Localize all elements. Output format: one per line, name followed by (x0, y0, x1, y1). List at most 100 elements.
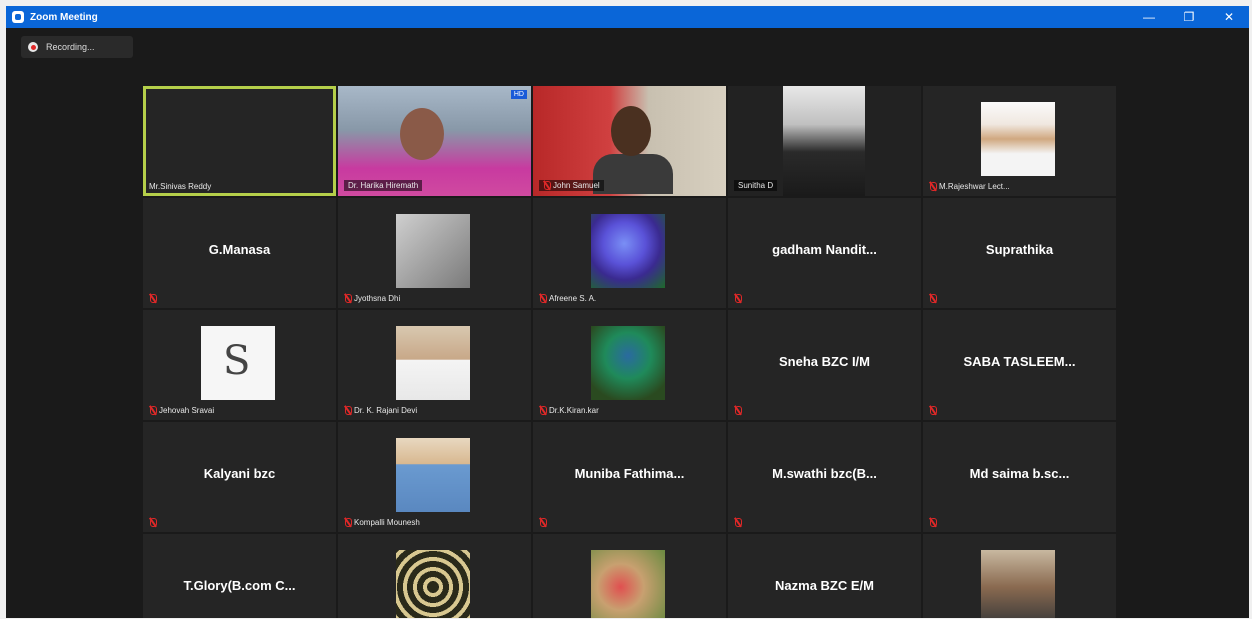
profile-picture (981, 102, 1055, 176)
participant-display-name: Md saima b.sc... (969, 466, 1070, 481)
profile-picture (591, 214, 665, 288)
mic-muted-icon (543, 181, 551, 190)
participant-tile[interactable] (338, 534, 531, 618)
window-controls: — ❐ ✕ (1129, 6, 1249, 28)
profile-picture (201, 326, 275, 400)
participant-label: Afreene S. A. (539, 294, 596, 303)
close-button[interactable]: ✕ (1209, 6, 1249, 28)
participant-name: Dr. K. Rajani Devi (354, 406, 418, 415)
participant-display-name: M.swathi bzc(B... (772, 466, 877, 481)
mic-muted-icon (929, 294, 937, 303)
participant-tile[interactable]: Mr.Sinivas Reddy (143, 86, 336, 196)
mic-muted-icon (344, 294, 352, 303)
participant-display-name: Nazma BZC E/M (775, 578, 874, 593)
hd-badge: HD (510, 90, 527, 99)
recording-indicator[interactable]: Recording... (21, 36, 133, 58)
participant-tile[interactable]: M.swathi bzc(B... (728, 422, 921, 532)
mic-muted-icon (929, 182, 937, 191)
mic-muted-icon (149, 518, 157, 527)
mic-muted-icon (734, 406, 742, 415)
minimize-button[interactable]: — (1129, 6, 1169, 28)
participant-tile[interactable]: Sunitha D (728, 86, 921, 196)
participant-label: Sunitha D (734, 180, 778, 191)
participant-tile[interactable]: SABA TASLEEM... (923, 310, 1116, 420)
participant-tile[interactable]: John Samuel (533, 86, 726, 196)
mic-muted-icon (149, 406, 157, 415)
mic-muted-icon (539, 294, 547, 303)
participant-label: Mr.Sinivas Reddy (149, 182, 211, 191)
participant-tile[interactable]: M.Rajeshwar Lect... (923, 86, 1116, 196)
participant-label (149, 294, 157, 303)
participant-name: Mr.Sinivas Reddy (149, 182, 212, 191)
mic-muted-icon (929, 518, 937, 527)
participant-name: Sunitha D (738, 181, 774, 190)
participant-tile[interactable]: Jehovah Sravai (143, 310, 336, 420)
participant-tile[interactable]: T.Glory(B.com C... (143, 534, 336, 618)
participant-tile[interactable]: G.Manasa (143, 198, 336, 308)
participant-label (929, 406, 937, 415)
mic-muted-icon (734, 518, 742, 527)
participant-tile[interactable]: gadham Nandit... (728, 198, 921, 308)
profile-picture (591, 326, 665, 400)
participant-tile[interactable]: Md saima b.sc... (923, 422, 1116, 532)
participant-tile[interactable] (533, 534, 726, 618)
mic-muted-icon (149, 294, 157, 303)
participant-label: Dr.K.Kiran.kar (539, 406, 599, 415)
participant-name: Afreene S. A. (549, 294, 597, 303)
participant-name: John Samuel (553, 181, 600, 190)
window-title: Zoom Meeting (30, 11, 98, 23)
participant-label: Jehovah Sravai (149, 406, 214, 415)
mic-muted-icon (734, 294, 742, 303)
participant-label: Dr. Harika Hiremath (344, 180, 423, 191)
participant-tile[interactable]: Kompalli Mounesh (338, 422, 531, 532)
participant-tile[interactable]: Jyothsna Dhi (338, 198, 531, 308)
participant-tile[interactable]: HD Dr. Harika Hiremath (338, 86, 531, 196)
mic-muted-icon (344, 406, 352, 415)
participant-name: Dr.K.Kiran.kar (549, 406, 599, 415)
participant-display-name: SABA TASLEEM... (963, 354, 1076, 369)
participant-name: M.Rajeshwar Lect... (939, 182, 1010, 191)
participant-label: Kompalli Mounesh (344, 518, 420, 527)
participant-label: John Samuel (539, 180, 604, 191)
participant-display-name: Kalyani bzc (203, 466, 276, 481)
participant-tile[interactable]: Muniba Fathima... (533, 422, 726, 532)
profile-picture (396, 550, 470, 618)
participant-label (149, 518, 157, 527)
participant-name: Dr. Harika Hiremath (348, 181, 419, 190)
participant-label (734, 294, 742, 303)
participant-tile[interactable]: Afreene S. A. (533, 198, 726, 308)
participant-display-name: Suprathika (985, 242, 1054, 257)
participant-tile[interactable] (923, 534, 1116, 618)
participant-label (734, 406, 742, 415)
record-icon (28, 42, 38, 52)
participant-label: Dr. K. Rajani Devi (344, 406, 417, 415)
profile-picture (396, 214, 470, 288)
zoom-meeting-window: Zoom Meeting — ❐ ✕ Recording... Mr.Siniv… (6, 6, 1249, 618)
participant-display-name: Sneha BZC I/M (778, 354, 870, 369)
participant-display-name: gadham Nandit... (772, 242, 877, 257)
zoom-app-icon (12, 11, 24, 23)
restore-button[interactable]: ❐ (1169, 6, 1209, 28)
participant-name: Jehovah Sravai (159, 406, 215, 415)
profile-picture (396, 438, 470, 512)
participant-tile[interactable]: Suprathika (923, 198, 1116, 308)
participant-tile[interactable]: Kalyani bzc (143, 422, 336, 532)
mic-muted-icon (929, 406, 937, 415)
participant-name: Kompalli Mounesh (354, 518, 420, 527)
participant-tile[interactable]: Sneha BZC I/M (728, 310, 921, 420)
participant-gallery: Mr.Sinivas Reddy HD Dr. Harika Hiremath Joh… (143, 86, 1116, 618)
participant-display-name: Muniba Fathima... (574, 466, 685, 481)
participant-label: Jyothsna Dhi (344, 294, 400, 303)
participant-label (539, 518, 547, 527)
participant-tile[interactable]: Dr. K. Rajani Devi (338, 310, 531, 420)
participant-display-name: T.Glory(B.com C... (183, 578, 296, 593)
participant-name: Jyothsna Dhi (354, 294, 401, 303)
profile-picture (591, 550, 665, 618)
participant-tile[interactable]: Dr.K.Kiran.kar (533, 310, 726, 420)
participant-label: M.Rajeshwar Lect... (929, 182, 1010, 191)
mic-muted-icon (539, 406, 547, 415)
title-bar: Zoom Meeting — ❐ ✕ (6, 6, 1249, 28)
participant-label (929, 294, 937, 303)
recording-label: Recording... (46, 42, 95, 52)
participant-tile[interactable]: Nazma BZC E/M (728, 534, 921, 618)
